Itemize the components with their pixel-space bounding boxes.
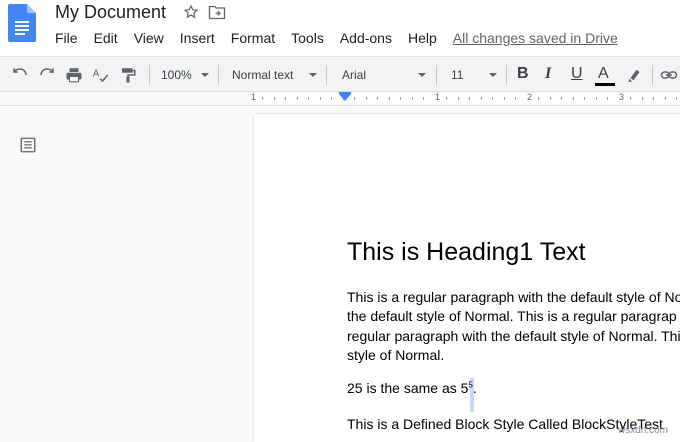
document-outline-icon[interactable] (19, 136, 37, 154)
ruler-tick (607, 97, 608, 100)
menu-tools[interactable]: Tools (291, 30, 324, 48)
ruler-tick (503, 97, 505, 100)
ruler-tick (664, 97, 666, 100)
text-color-swatch (595, 83, 615, 86)
ruler[interactable]: 1 1 2 3 (0, 92, 680, 106)
ruler-tick (538, 97, 539, 100)
ruler-tick (641, 97, 643, 100)
italic-button[interactable]: I (545, 65, 551, 83)
toolbar-separator (652, 65, 653, 85)
left-indent-marker-icon[interactable] (339, 94, 351, 101)
ruler-tick (469, 97, 470, 100)
undo-icon[interactable] (11, 66, 29, 84)
ruler-tick (561, 97, 562, 100)
ruler-tick (446, 97, 447, 100)
save-status-link[interactable]: All changes saved in Drive (453, 30, 618, 48)
underline-button[interactable]: U (571, 65, 583, 83)
paint-format-icon[interactable] (119, 66, 137, 84)
ruler-tick (630, 97, 631, 100)
ruler-number: 2 (527, 92, 533, 102)
ruler-tick (354, 97, 355, 100)
svg-text:A: A (93, 69, 100, 80)
menu-insert[interactable]: Insert (180, 30, 215, 48)
formula-end: . (472, 380, 477, 396)
document-page[interactable]: This is Heading1 Text This is a regular … (254, 114, 680, 442)
redo-icon[interactable] (38, 66, 56, 84)
formula-text: 25 is the same as 5 (347, 380, 469, 396)
print-icon[interactable] (65, 66, 83, 84)
ruler-tick (411, 97, 413, 100)
ruler-number: 1 (435, 92, 441, 102)
toolbar-separator (326, 65, 327, 85)
body-paragraph[interactable]: This is a regular paragraph with the def… (347, 288, 680, 365)
ruler-tick (676, 97, 677, 100)
ruler-tick (377, 97, 378, 100)
ruler-tick (308, 97, 309, 100)
block-style-paragraph[interactable]: This is a Defined Block Style Called Blo… (347, 416, 663, 432)
ruler-tick (388, 97, 390, 100)
ruler-tick (457, 97, 459, 100)
text-color-button[interactable]: A (598, 65, 609, 83)
spellcheck-icon[interactable]: A (92, 66, 110, 84)
ruler-tick (653, 97, 654, 100)
ruler-tick (595, 97, 597, 100)
ruler-tick (480, 97, 482, 100)
font-size-select[interactable]: 11 (451, 66, 463, 84)
bold-button[interactable]: B (517, 65, 529, 83)
ruler-tick (572, 97, 574, 100)
toolbar-separator (436, 65, 437, 85)
ruler-tick (423, 97, 424, 100)
ruler-tick (584, 97, 585, 100)
menu-file[interactable]: File (55, 30, 78, 48)
ruler-number: 1 (251, 92, 257, 102)
highlighter-icon[interactable] (626, 66, 644, 84)
link-icon[interactable] (660, 66, 678, 84)
toolbar: A 100% Normal text Arial 11 B I U A (0, 56, 680, 92)
font-size-dropdown-arrow-icon[interactable] (489, 73, 497, 77)
font-dropdown-arrow-icon[interactable] (418, 73, 426, 77)
ruler-tick (285, 97, 286, 100)
google-docs-logo-icon[interactable] (8, 4, 36, 42)
superscript-paragraph[interactable]: 25 is the same as 55. (347, 380, 477, 396)
ruler-tick (296, 97, 298, 100)
ruler-tick (262, 97, 263, 100)
menu-bar: File Edit View Insert Format Tools Add-o… (55, 30, 634, 48)
ruler-tick (549, 97, 551, 100)
ruler-tick (515, 97, 516, 100)
top-bar: My Document File Edit View Insert Format… (0, 0, 680, 56)
paragraph-style-select[interactable]: Normal text (232, 66, 293, 84)
menu-view[interactable]: View (134, 30, 164, 48)
ruler-tick (400, 97, 401, 100)
star-icon[interactable] (183, 4, 199, 20)
menu-add-ons[interactable]: Add-ons (340, 30, 392, 48)
toolbar-separator (506, 65, 507, 85)
paragraph-line: the default style of Normal. This is a r… (347, 308, 677, 325)
menu-edit[interactable]: Edit (94, 30, 118, 48)
ruler-tick (492, 97, 493, 100)
zoom-select[interactable]: 100% (161, 66, 192, 84)
heading-1-text[interactable]: This is Heading1 Text (347, 238, 586, 267)
ruler-tick (365, 97, 367, 100)
toolbar-separator (218, 65, 219, 85)
font-family-select[interactable]: Arial (342, 66, 366, 84)
ruler-tick (319, 97, 321, 100)
paragraph-line: style of Normal. (347, 346, 445, 363)
menu-format[interactable]: Format (231, 30, 275, 48)
ruler-number: 3 (619, 92, 625, 102)
watermark: wsxdn.com (617, 425, 668, 436)
ruler-tick (331, 97, 332, 100)
menu-help[interactable]: Help (408, 30, 437, 48)
paragraph-line: regular paragraph with the default style… (347, 327, 680, 344)
zoom-dropdown-arrow-icon[interactable] (201, 73, 209, 77)
toolbar-separator (149, 65, 150, 85)
style-dropdown-arrow-icon[interactable] (309, 73, 317, 77)
ruler-tick (273, 97, 275, 100)
document-title[interactable]: My Document (55, 2, 166, 23)
ruler-page-area (254, 93, 680, 104)
move-to-folder-icon[interactable] (208, 5, 226, 20)
paragraph-line: This is a regular paragraph with the def… (347, 289, 680, 305)
